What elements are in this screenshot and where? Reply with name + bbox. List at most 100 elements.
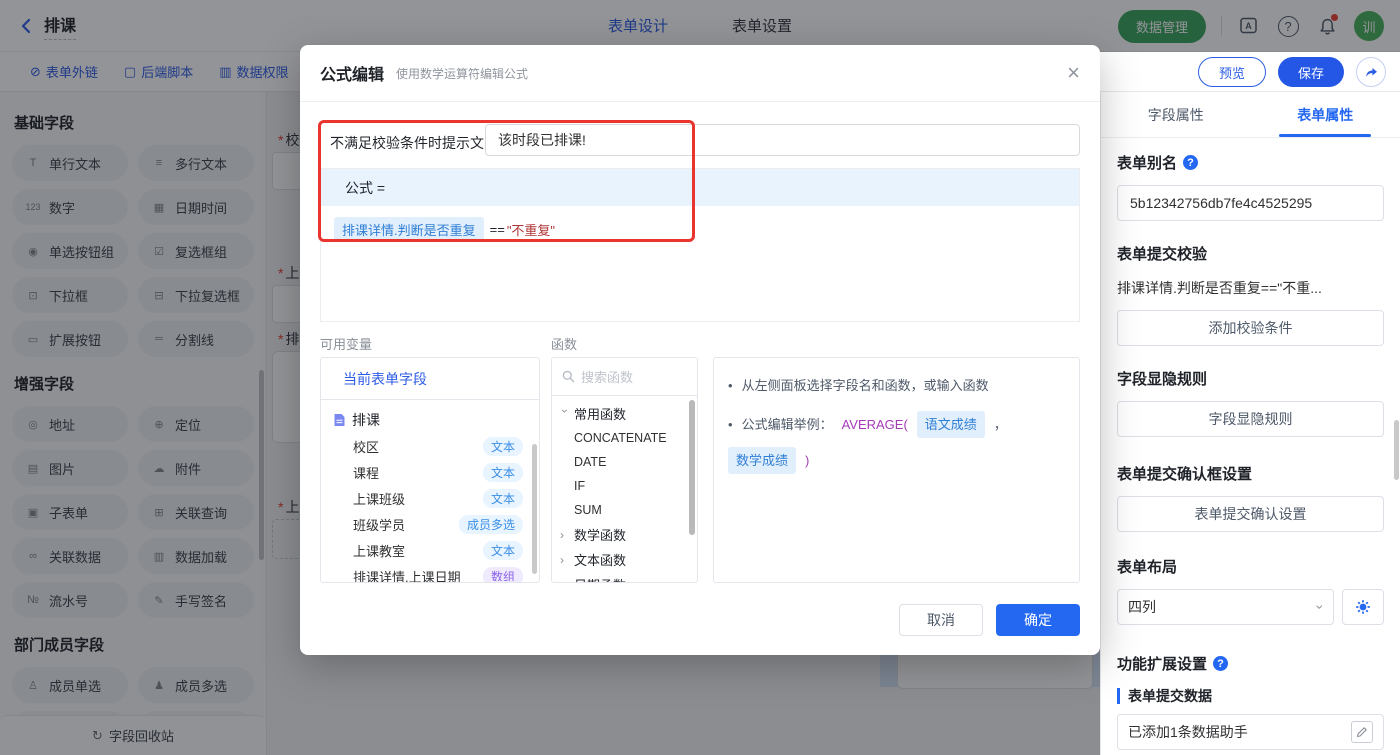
field-type-datetime[interactable]: ▦ 日期时间 <box>138 189 254 225</box>
data-manage-button[interactable]: 数据管理 <box>1117 9 1206 43</box>
confirm-button[interactable]: 确定 <box>996 604 1080 636</box>
data-permission-link[interactable]: ▥ 数据权限 <box>219 62 288 81</box>
formula-field-chip[interactable]: 排课详情.判断是否重复 <box>334 217 484 242</box>
prompt-text-input[interactable] <box>485 124 1080 156</box>
function-item[interactable]: SUM <box>552 498 697 522</box>
submit-confirm-button[interactable]: 表单提交确认设置 <box>1117 496 1384 532</box>
tab-field-properties[interactable]: 字段属性 <box>1101 92 1251 137</box>
add-validation-button[interactable]: 添加校验条件 <box>1117 310 1384 346</box>
field-type-linked-data[interactable]: ∞ 关联数据 <box>12 538 128 574</box>
help-icon[interactable]: ? <box>1276 14 1300 38</box>
variable-row[interactable]: 排课详情.上课日期 数组 <box>321 563 539 582</box>
properties-panel: 字段属性 表单属性 表单别名? 表单提交校验 排课详情.判断是否重复=="不重.… <box>1100 92 1400 755</box>
function-group-common[interactable]: › 常用函数 <box>552 401 697 426</box>
tab-form-properties[interactable]: 表单属性 <box>1251 92 1400 137</box>
formula-editor-area[interactable]: 公式 = 排课详情.判断是否重复 == "不重复" <box>320 168 1080 322</box>
field-type-multi-line-text[interactable]: ≡ 多行文本 <box>138 145 254 181</box>
variable-row[interactable]: 上课教室 文本 <box>321 537 539 563</box>
sidebar-scrollbar[interactable] <box>259 370 264 560</box>
modal-title: 公式编辑 <box>320 67 385 84</box>
multi-line-text-icon: ≡ <box>155 157 163 169</box>
field-type-single-line-text[interactable]: T 单行文本 <box>12 145 128 181</box>
formula-prefix-label: 公式 = <box>345 179 386 196</box>
avatar[interactable]: 训 <box>1354 11 1384 41</box>
functions-scrollbar[interactable] <box>689 400 695 535</box>
field-type-data-load[interactable]: ▥ 数据加载 <box>138 538 254 574</box>
variables-panel: 当前表单字段 排课 校区 文本 课程 文本 上课班级 文本 班级学员 成员多选 上课教室… <box>320 357 540 583</box>
layout-settings-button[interactable] <box>1342 589 1384 625</box>
function-search[interactable]: 搜索函数 <box>552 358 697 396</box>
preview-button[interactable]: 预览 <box>1197 57 1266 87</box>
example-function: AVERAGE( <box>841 417 908 432</box>
field-type-member-multi[interactable]: ♟ 成员多选 <box>138 667 254 703</box>
function-item[interactable]: DATE <box>552 450 697 474</box>
close-icon[interactable]: × <box>1067 62 1080 84</box>
field-type-label: 数字 <box>49 200 76 216</box>
canvas-field-input[interactable] <box>897 651 1093 689</box>
field-type-checkbox-group[interactable]: ☑ 复选框组 <box>138 233 254 269</box>
field-type-member-single[interactable]: ♙ 成员单选 <box>12 667 128 703</box>
formula-string-literal: "不重复" <box>506 223 556 238</box>
function-group-date[interactable]: ›日期函数 <box>552 572 697 583</box>
submit-validation-heading: 表单提交校验 <box>1117 246 1208 263</box>
form-alias-input[interactable] <box>1117 185 1384 221</box>
field-type-dropdown[interactable]: ⊡ 下拉框 <box>12 277 128 313</box>
variable-row[interactable]: 校区 文本 <box>321 433 539 459</box>
variables-tree: 排课 校区 文本 课程 文本 上课班级 文本 班级学员 成员多选 上课教室 文本 排课详情… <box>321 400 539 582</box>
back-icon[interactable] <box>16 15 38 37</box>
field-type-number[interactable]: 123 数字 <box>12 189 128 225</box>
cancel-button[interactable]: 取消 <box>899 604 983 636</box>
single-line-text-icon: T <box>29 157 37 169</box>
linked-query-icon: ⊞ <box>154 506 164 519</box>
field-type-serial-number[interactable]: № 流水号 <box>12 582 128 618</box>
field-type-divider[interactable]: ═ 分割线 <box>138 321 254 357</box>
variable-row[interactable]: 班级学员 成员多选 <box>321 511 539 537</box>
chevron-icon: › <box>558 408 572 413</box>
field-visibility-button[interactable]: 字段显隐规则 <box>1117 401 1384 437</box>
form-external-link[interactable]: ⊘ 表单外链 <box>30 62 98 81</box>
function-group-text[interactable]: › 文本函数 <box>552 547 697 572</box>
help-question-icon[interactable]: ? <box>1183 155 1199 170</box>
save-button[interactable]: 保存 <box>1277 57 1344 87</box>
form-title[interactable]: 排课 <box>44 12 77 40</box>
notification-bell-icon[interactable] <box>1315 14 1339 38</box>
notification-dot <box>1331 14 1338 21</box>
variables-root-node[interactable]: 排课 <box>321 407 539 433</box>
tip-line: • 公式编辑举例： AVERAGE( 语文成绩 ， 数学成绩 ) <box>728 411 1065 474</box>
share-button[interactable] <box>1356 57 1386 87</box>
document-translate-icon[interactable]: A <box>1237 14 1261 38</box>
tab-form-design[interactable]: 表单设计 <box>608 15 668 36</box>
tip-line: • 从左侧面板选择字段名和函数，或输入函数 <box>728 375 1065 396</box>
chevron-down-icon: › <box>1312 604 1329 610</box>
field-recycle-bin[interactable]: ↻ 字段回收站 <box>0 715 266 755</box>
field-type-multi-dropdown[interactable]: ⊟ 下拉复选框 <box>138 277 254 313</box>
submit-data-value: 已添加1条数据助手 <box>1128 724 1248 740</box>
field-type-address[interactable]: ◎ 地址 <box>12 406 128 442</box>
form-layout-heading: 表单布局 <box>1117 559 1178 576</box>
function-item[interactable]: CONCATENATE <box>552 426 697 450</box>
variable-row[interactable]: 课程 文本 <box>321 459 539 485</box>
field-type-linked-query[interactable]: ⊞ 关联查询 <box>138 494 254 530</box>
field-type-label: 地址 <box>49 417 76 433</box>
number-icon: 123 <box>25 202 41 212</box>
variable-row[interactable]: 上课班级 文本 <box>321 485 539 511</box>
current-form-fields-tab[interactable]: 当前表单字段 <box>321 358 539 400</box>
backend-script-link[interactable]: ▢ 后端脚本 <box>124 62 193 81</box>
share-arrow-icon <box>1365 67 1377 77</box>
function-group-math[interactable]: › 数学函数 <box>552 522 697 547</box>
variables-scrollbar[interactable] <box>532 444 537 574</box>
layout-select[interactable]: 四列 › <box>1117 589 1334 625</box>
field-type-subform[interactable]: ▣ 子表单 <box>12 494 128 530</box>
properties-scrollbar[interactable] <box>1394 420 1399 480</box>
dropdown-icon: ⊡ <box>28 289 38 302</box>
field-type-radio-group[interactable]: ◉ 单选按钮组 <box>12 233 128 269</box>
tab-form-settings[interactable]: 表单设置 <box>732 15 792 36</box>
edit-icon[interactable] <box>1351 721 1373 743</box>
field-type-image[interactable]: ▤ 图片 <box>12 450 128 486</box>
field-type-location[interactable]: ⊕ 定位 <box>138 406 254 442</box>
field-type-signature[interactable]: ✎ 手写签名 <box>138 582 254 618</box>
field-type-attachment[interactable]: ☁ 附件 <box>138 450 254 486</box>
field-type-extend-button[interactable]: ▭ 扩展按钮 <box>12 321 128 357</box>
function-item[interactable]: IF <box>552 474 697 498</box>
help-question-icon[interactable]: ? <box>1213 656 1229 671</box>
